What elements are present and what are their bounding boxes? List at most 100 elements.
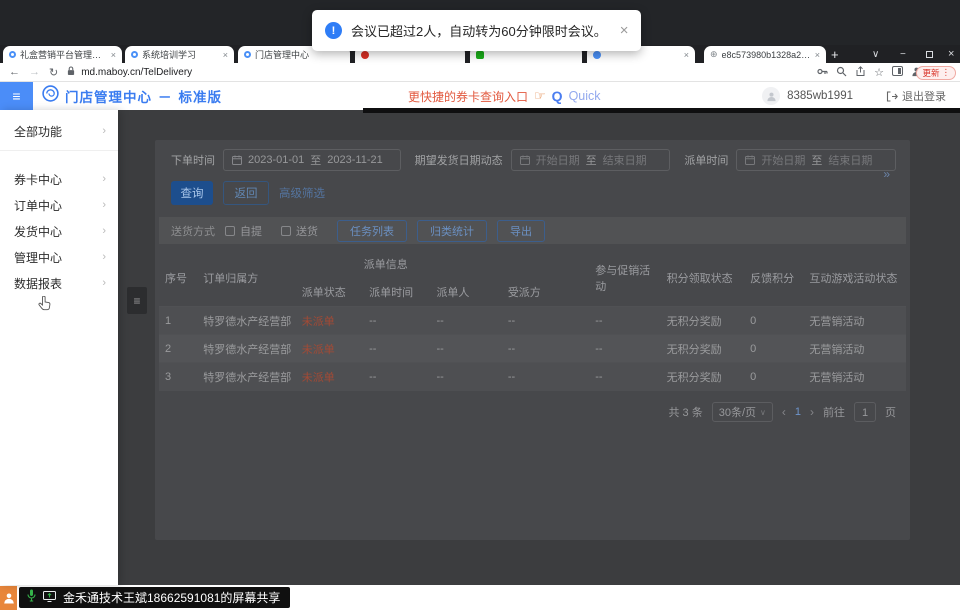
promo-text: 更快捷的券卡查询入口	[408, 88, 528, 105]
app-title: 门店管理中心	[65, 86, 152, 106]
pickup-checkbox[interactable]: 自提	[225, 223, 262, 239]
hand-cursor-icon	[38, 296, 51, 316]
window-restore-button[interactable]	[926, 45, 933, 63]
filter-row: 下单时间 2023-01-01 至 2023-11-21 期望发货日期动态 开始…	[155, 149, 910, 171]
table-header-group-row: 序号 订单归属方 派单信息 参与促销活动 积分领取状态 反馈积分 互动游戏活动状…	[159, 250, 906, 278]
meeting-toast: ! 会议已超过2人，自动转为60分钟限时会议。 ×	[312, 10, 641, 51]
col-owner: 订单归属方	[197, 250, 296, 307]
category-stats-tab[interactable]: 归类统计	[417, 220, 487, 242]
app-edition: 标准版	[179, 86, 223, 106]
back-icon[interactable]: ←	[9, 66, 20, 78]
dispatch-time-label: 派单时间	[684, 152, 728, 168]
col-person: 派单人	[430, 278, 501, 307]
total-count: 共 3 条	[668, 404, 702, 420]
next-page-button[interactable]: ›	[810, 405, 814, 419]
checkbox-icon	[281, 226, 291, 236]
pointing-hand-icon: ☞	[534, 88, 546, 104]
goto-page-input[interactable]: 1	[854, 402, 876, 422]
hamburger-menu-button[interactable]: ≡	[0, 82, 33, 110]
export-button[interactable]: 导出	[497, 220, 545, 242]
maboy-favicon	[9, 51, 16, 58]
col-points-status: 积分领取状态	[661, 250, 744, 307]
logout-icon	[886, 91, 898, 102]
person-icon	[3, 592, 15, 604]
tab-close-icon[interactable]: ×	[815, 50, 820, 60]
bookmark-star-icon[interactable]: ☆	[874, 66, 884, 79]
tab-close-icon[interactable]: ×	[223, 50, 228, 60]
order-time-range-input[interactable]: 2023-01-01 至 2023-11-21	[223, 149, 401, 171]
tab-label: 礼盒营销平台管理中心	[20, 48, 107, 61]
sidebar-item-coupon-center[interactable]: 券卡中心 ›	[0, 167, 118, 191]
toast-close-icon[interactable]: ×	[620, 22, 629, 39]
meeting-avatar-badge	[0, 586, 17, 610]
quick-search-icon[interactable]: Q	[552, 88, 563, 104]
title-dash: －	[158, 86, 173, 106]
chevron-right-icon: ›	[102, 125, 106, 137]
collapse-panel-icon[interactable]: »	[883, 167, 890, 181]
calendar-icon	[745, 155, 755, 165]
sidebar-item-data-reports[interactable]: 数据报表 ›	[0, 271, 118, 295]
current-page[interactable]: 1	[795, 406, 801, 418]
share-icon[interactable]	[855, 66, 866, 80]
key-icon[interactable]	[817, 66, 828, 80]
sidebar-item-order-center[interactable]: 订单中心 ›	[0, 193, 118, 217]
window-close-button[interactable]: ×	[948, 45, 954, 63]
drawer-handle-button[interactable]: ≡	[127, 287, 147, 314]
user-avatar[interactable]	[762, 87, 780, 105]
back-button[interactable]: 返回	[223, 181, 269, 205]
advanced-filter-button[interactable]: 高级筛选	[279, 185, 325, 201]
app-logo-icon	[42, 85, 59, 107]
status-badge: 未派单	[296, 335, 363, 363]
info-icon: !	[325, 22, 342, 39]
logout-button[interactable]: 退出登录	[886, 88, 946, 104]
forward-icon[interactable]: →	[29, 66, 40, 78]
app-brand: 门店管理中心 － 标准版	[42, 82, 222, 110]
sidebar-item-management-center[interactable]: 管理中心 ›	[0, 245, 118, 269]
calendar-icon	[520, 155, 530, 165]
chevron-right-icon: ›	[102, 199, 106, 211]
table-row[interactable]: 2 特罗德水产经营部 未派单 -- -- -- -- 无积分奖励 0 无营销活动	[159, 335, 906, 363]
delivery-checkbox[interactable]: 送货	[281, 223, 318, 239]
query-button[interactable]: 查询	[171, 181, 213, 205]
col-time: 派单时间	[363, 278, 430, 307]
toast-text: 会议已超过2人，自动转为60分钟限时会议。	[351, 21, 607, 40]
col-assignee: 受派方	[502, 278, 589, 307]
sidebar-item-all-functions[interactable]: 全部功能 ›	[0, 119, 118, 143]
sidebar-menu: 全部功能 › 券卡中心 › 订单中心 › 发货中心 › 管理中心 › 数据报表 …	[0, 110, 118, 585]
chevron-right-icon: ›	[102, 251, 106, 263]
quick-link[interactable]: Quick	[569, 89, 601, 103]
expect-ship-date-input[interactable]: 开始日期 至 结束日期	[511, 149, 671, 171]
new-tab-button[interactable]: +	[831, 47, 839, 62]
kebab-menu-icon: ⋮	[942, 67, 951, 78]
tab-close-icon[interactable]: ×	[684, 50, 689, 60]
dim-strip	[363, 108, 960, 113]
status-badge: 未派单	[296, 363, 363, 391]
chevron-right-icon: ›	[102, 173, 106, 185]
red-favicon	[361, 51, 369, 59]
sidebar-divider	[0, 150, 118, 151]
tab-training[interactable]: 系统培训学习 ×	[125, 46, 234, 63]
window-minimize-button[interactable]: −	[900, 45, 906, 63]
pagination: 共 3 条 30条/页 ∨ ‹ 1 › 前往 1 页	[668, 402, 896, 422]
promo-area: 更快捷的券卡查询入口 ☞ Q Quick	[408, 82, 601, 110]
chrome-update-button[interactable]: 更新 ⋮	[916, 66, 956, 80]
tab-search-chevron-icon[interactable]: ∨	[872, 45, 879, 63]
zoom-icon[interactable]	[836, 66, 847, 80]
page-size-select[interactable]: 30条/页 ∨	[712, 402, 773, 422]
goto-label: 前往	[823, 404, 845, 420]
split-view-icon[interactable]	[892, 66, 903, 79]
tab-hash-page[interactable]: ⊕ e8c573980b1328a258fd2e6 ×	[704, 46, 826, 63]
prev-page-button[interactable]: ‹	[782, 405, 786, 419]
table-row[interactable]: 1 特罗德水产经营部 未派单 -- -- -- -- 无积分奖励 0 无营销活动	[159, 307, 906, 335]
dispatch-time-input[interactable]: 开始日期 至 结束日期	[736, 149, 896, 171]
col-promo: 参与促销活动	[589, 250, 660, 307]
url-text[interactable]: md.maboy.cn/TelDelivery	[81, 67, 192, 78]
sidebar-item-shipping-center[interactable]: 发货中心 ›	[0, 219, 118, 243]
task-list-tab[interactable]: 任务列表	[337, 220, 407, 242]
refresh-icon[interactable]: ↻	[49, 66, 58, 79]
table-row[interactable]: 3 特罗德水产经营部 未派单 -- -- -- -- 无积分奖励 0 无营销活动	[159, 363, 906, 391]
calendar-icon	[232, 155, 242, 165]
tab-gift-platform[interactable]: 礼盒营销平台管理中心 ×	[3, 46, 122, 63]
tab-close-icon[interactable]: ×	[111, 50, 116, 60]
blue-favicon	[593, 51, 601, 59]
